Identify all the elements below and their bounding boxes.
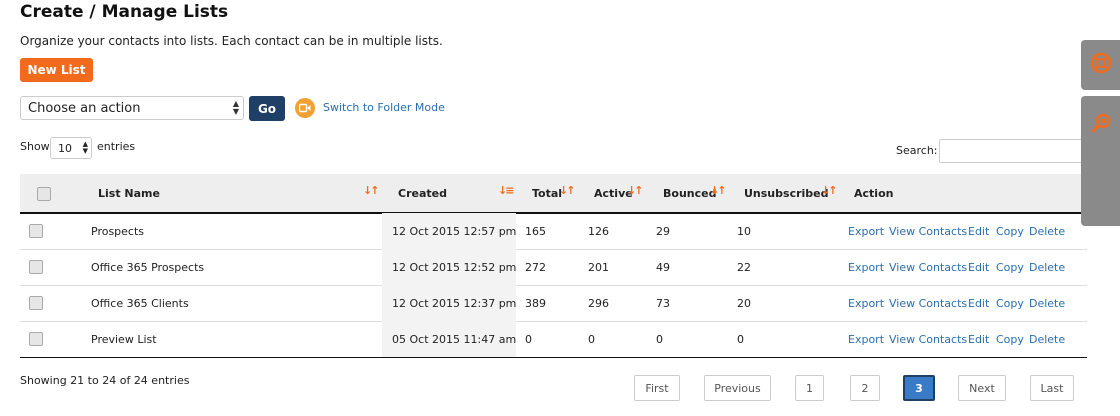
pagination-page-3[interactable]: 3 <box>903 375 935 401</box>
column-header-list-name[interactable]: List Name <box>98 187 160 200</box>
new-list-button[interactable]: New List <box>20 58 93 82</box>
pagination-first[interactable]: First <box>634 375 680 401</box>
created-cell: 12 Oct 2015 12:52 pm <box>392 261 517 274</box>
unsubscribed-cell: 22 <box>737 261 751 274</box>
edit-link[interactable]: Edit <box>968 225 989 238</box>
action-select-value: Choose an action <box>28 100 141 116</box>
table-row: Office 365 Clients 12 Oct 2015 12:37 pm … <box>20 285 1087 322</box>
list-name-cell: Office 365 Prospects <box>91 261 205 274</box>
select-all-checkbox[interactable] <box>37 187 51 201</box>
page-subtitle: Organize your contacts into lists. Each … <box>20 34 443 48</box>
list-name-cell: Preview List <box>91 333 157 346</box>
copy-link[interactable]: Copy <box>996 261 1024 274</box>
export-link[interactable]: Export <box>848 261 884 274</box>
export-link[interactable]: Export <box>848 333 884 346</box>
copy-link[interactable]: Copy <box>996 297 1024 310</box>
active-cell: 0 <box>588 333 595 346</box>
created-cell: 12 Oct 2015 12:37 pm <box>392 297 517 310</box>
row-checkbox[interactable] <box>29 260 43 274</box>
sort-arrows-icon[interactable]: ↓↑ <box>821 184 838 197</box>
pagination-last[interactable]: Last <box>1030 375 1074 401</box>
view-contacts-link[interactable]: View Contacts <box>889 297 967 310</box>
row-checkbox[interactable] <box>29 332 43 346</box>
export-link[interactable]: Export <box>848 297 884 310</box>
table-row: Preview List 05 Oct 2015 11:47 am 0 0 0 … <box>20 321 1087 358</box>
go-button[interactable]: Go <box>249 96 285 121</box>
entries-label: entries <box>97 140 136 153</box>
delete-link[interactable]: Delete <box>1029 297 1065 310</box>
show-label: Show <box>20 140 50 153</box>
lifebuoy-icon <box>1090 52 1112 78</box>
select-arrows-icon: ▲ ▼ <box>82 140 88 155</box>
created-cell: 05 Oct 2015 11:47 am <box>392 333 517 346</box>
column-header-unsubscribed[interactable]: Unsubscribed <box>744 187 829 200</box>
column-header-bounced[interactable]: Bounced <box>663 187 716 200</box>
delete-link[interactable]: Delete <box>1029 333 1065 346</box>
active-cell: 201 <box>588 261 609 274</box>
entries-info: Showing 21 to 24 of 24 entries <box>20 374 190 387</box>
unsubscribed-cell: 20 <box>737 297 751 310</box>
table-row: Prospects 12 Oct 2015 12:57 pm 165 126 2… <box>20 213 1087 250</box>
search-input[interactable] <box>939 139 1089 163</box>
active-cell: 296 <box>588 297 609 310</box>
column-header-created[interactable]: Created <box>398 187 447 200</box>
sort-arrows-icon[interactable]: ↓↑ <box>627 184 644 197</box>
select-arrows-icon: ▲ ▼ <box>232 99 239 116</box>
edit-link[interactable]: Edit <box>968 297 989 310</box>
view-contacts-link[interactable]: View Contacts <box>889 261 967 274</box>
export-link[interactable]: Export <box>848 225 884 238</box>
active-cell: 126 <box>588 225 609 238</box>
total-cell: 0 <box>525 333 532 346</box>
copy-link[interactable]: Copy <box>996 225 1024 238</box>
edit-link[interactable]: Edit <box>968 261 989 274</box>
row-checkbox[interactable] <box>29 224 43 238</box>
view-contacts-link[interactable]: View Contacts <box>889 225 967 238</box>
delete-link[interactable]: Delete <box>1029 261 1065 274</box>
folder-mode-link[interactable]: Switch to Folder Mode <box>323 101 445 114</box>
created-cell: 12 Oct 2015 12:57 pm <box>392 225 517 238</box>
row-checkbox[interactable] <box>29 296 43 310</box>
bounced-cell: 29 <box>656 225 670 238</box>
folder-mode-icon[interactable] <box>295 98 315 118</box>
bounced-cell: 49 <box>656 261 670 274</box>
search-label: Search: <box>896 144 938 157</box>
pagination-page-1[interactable]: 1 <box>795 375 824 401</box>
sort-arrows-icon[interactable]: ↓≡ <box>498 184 515 197</box>
table-row: Office 365 Prospects 12 Oct 2015 12:52 p… <box>20 249 1087 286</box>
edit-link[interactable]: Edit <box>968 333 989 346</box>
list-name-cell: Office 365 Clients <box>91 297 189 310</box>
pagination-next[interactable]: Next <box>958 375 1006 401</box>
sort-arrows-icon[interactable]: ↓↑ <box>363 184 380 197</box>
total-cell: 165 <box>525 225 546 238</box>
unsubscribed-cell: 10 <box>737 225 751 238</box>
bounced-cell: 73 <box>656 297 670 310</box>
total-cell: 389 <box>525 297 546 310</box>
unsubscribed-cell: 0 <box>737 333 744 346</box>
sort-arrows-icon[interactable]: ↓↑ <box>559 184 576 197</box>
sort-arrows-icon[interactable]: ↓↑ <box>710 184 727 197</box>
help-side-tab[interactable] <box>1081 40 1120 90</box>
table-header: List Name ↓↑ Created ↓≡ Total ↓↑ Active … <box>20 174 1087 214</box>
action-select[interactable]: Choose an action ▲ ▼ <box>20 96 244 120</box>
view-contacts-link[interactable]: View Contacts <box>889 333 967 346</box>
delete-link[interactable]: Delete <box>1029 225 1065 238</box>
bounced-cell: 0 <box>656 333 663 346</box>
search-side-tab[interactable] <box>1081 96 1120 226</box>
total-cell: 272 <box>525 261 546 274</box>
copy-link[interactable]: Copy <box>996 333 1024 346</box>
magnifier-icon <box>1090 112 1112 138</box>
pagination-previous[interactable]: Previous <box>704 375 771 401</box>
pagination-page-2[interactable]: 2 <box>850 375 880 401</box>
entries-select[interactable]: 10 ▲ ▼ <box>50 137 92 159</box>
column-header-total[interactable]: Total <box>532 187 562 200</box>
page-title: Create / Manage Lists <box>20 2 229 22</box>
list-name-cell: Prospects <box>91 225 145 238</box>
entries-select-value: 10 <box>58 141 72 155</box>
column-header-action: Action <box>854 187 894 200</box>
